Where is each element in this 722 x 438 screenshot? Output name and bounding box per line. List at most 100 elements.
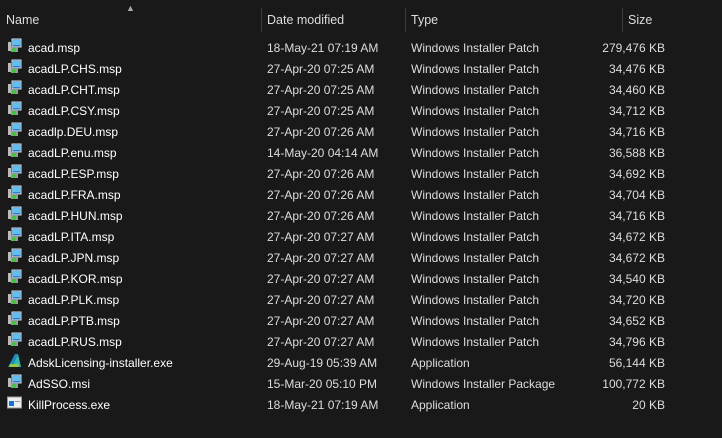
file-row[interactable]: acadLP.PTB.msp 27-Apr-20 07:27 AM Window… (0, 311, 722, 332)
installer-patch-icon (7, 269, 22, 284)
file-type: Windows Installer Patch (411, 125, 540, 139)
file-date: 14-May-20 04:14 AM (267, 146, 379, 160)
file-row[interactable]: acadLP.enu.msp 14-May-20 04:14 AM Window… (0, 143, 722, 164)
installer-patch-icon (7, 311, 22, 326)
file-date: 18-May-21 07:19 AM (267, 41, 379, 55)
column-name[interactable]: Name (0, 0, 261, 34)
file-size: 34,476 KB (608, 62, 665, 76)
file-date: 27-Apr-20 07:27 AM (267, 335, 375, 349)
file-type: Windows Installer Patch (411, 314, 540, 328)
application-window-icon (7, 395, 22, 410)
file-name: acadLP.PTB.msp (28, 314, 120, 328)
installer-patch-icon (7, 185, 22, 200)
installer-patch-icon (7, 206, 22, 221)
file-name: acad.msp (28, 41, 81, 55)
column-header: ▲ Name Date modified Type Size (0, 0, 722, 34)
file-name: acadLP.ITA.msp (28, 230, 115, 244)
file-date: 27-Apr-20 07:26 AM (267, 167, 375, 181)
file-date: 27-Apr-20 07:26 AM (267, 125, 375, 139)
file-row[interactable]: acadLP.FRA.msp 27-Apr-20 07:26 AM Window… (0, 185, 722, 206)
file-type: Application (411, 356, 470, 370)
file-size: 34,796 KB (608, 335, 665, 349)
file-size: 34,720 KB (608, 293, 665, 307)
file-row[interactable]: acadLP.CHT.msp 27-Apr-20 07:25 AM Window… (0, 80, 722, 101)
file-date: 27-Apr-20 07:26 AM (267, 209, 375, 223)
file-name: acadLP.ESP.msp (28, 167, 119, 181)
installer-patch-icon (7, 101, 22, 116)
file-type: Windows Installer Patch (411, 272, 540, 286)
installer-patch-icon (7, 164, 22, 179)
file-date: 27-Apr-20 07:25 AM (267, 62, 375, 76)
installer-patch-icon (7, 290, 22, 305)
file-size: 34,652 KB (608, 314, 665, 328)
file-date: 27-Apr-20 07:27 AM (267, 230, 375, 244)
file-type: Windows Installer Patch (411, 293, 540, 307)
file-list: acad.msp 18-May-21 07:19 AM Windows Inst… (0, 38, 722, 416)
file-size: 34,704 KB (608, 188, 665, 202)
file-size: 34,672 KB (608, 251, 665, 265)
installer-patch-icon (7, 38, 22, 53)
file-row[interactable]: acadLP.PLK.msp 27-Apr-20 07:27 AM Window… (0, 290, 722, 311)
file-size: 56,144 KB (608, 356, 665, 370)
file-row[interactable]: acadlp.DEU.msp 27-Apr-20 07:26 AM Window… (0, 122, 722, 143)
file-size: 34,460 KB (608, 83, 665, 97)
file-name: KillProcess.exe (28, 398, 111, 412)
file-size: 34,672 KB (608, 230, 665, 244)
file-size: 34,692 KB (608, 167, 665, 181)
file-row[interactable]: AdskLicensing-installer.exe 29-Aug-19 05… (0, 353, 722, 374)
file-row[interactable]: acadLP.JPN.msp 27-Apr-20 07:27 AM Window… (0, 248, 722, 269)
file-date: 27-Apr-20 07:27 AM (267, 251, 375, 265)
file-type: Windows Installer Patch (411, 230, 540, 244)
file-date: 15-Mar-20 05:10 PM (267, 377, 378, 391)
file-name: acadLP.PLK.msp (28, 293, 120, 307)
file-type: Windows Installer Patch (411, 62, 540, 76)
file-row[interactable]: acadLP.ITA.msp 27-Apr-20 07:27 AM Window… (0, 227, 722, 248)
file-size: 36,588 KB (608, 146, 665, 160)
file-type: Windows Installer Patch (411, 83, 540, 97)
installer-patch-icon (7, 143, 22, 158)
installer-patch-icon (7, 227, 22, 242)
file-name: acadLP.CHT.msp (28, 83, 120, 97)
file-name: acadLP.CSY.msp (28, 104, 120, 118)
file-type: Windows Installer Patch (411, 209, 540, 223)
file-row[interactable]: acadLP.CHS.msp 27-Apr-20 07:25 AM Window… (0, 59, 722, 80)
file-size: 34,540 KB (608, 272, 665, 286)
file-row[interactable]: KillProcess.exe 18-May-21 07:19 AM Appli… (0, 395, 722, 416)
file-name: acadlp.DEU.msp (28, 125, 119, 139)
installer-patch-icon (7, 248, 22, 263)
file-row[interactable]: acadLP.RUS.msp 27-Apr-20 07:27 AM Window… (0, 332, 722, 353)
installer-patch-icon (7, 332, 22, 347)
file-name: AdSSO.msi (28, 377, 91, 391)
file-date: 27-Apr-20 07:27 AM (267, 314, 375, 328)
file-type: Windows Installer Patch (411, 146, 540, 160)
column-type[interactable]: Type (405, 0, 622, 34)
file-size: 100,772 KB (602, 377, 665, 391)
file-size: 34,712 KB (608, 104, 665, 118)
file-type: Windows Installer Patch (411, 41, 540, 55)
file-size: 34,716 KB (608, 209, 665, 223)
file-date: 27-Apr-20 07:27 AM (267, 272, 375, 286)
file-name: acadLP.CHS.msp (28, 62, 122, 76)
file-size: 34,716 KB (608, 125, 665, 139)
file-row[interactable]: acadLP.HUN.msp 27-Apr-20 07:26 AM Window… (0, 206, 722, 227)
file-type: Windows Installer Patch (411, 188, 540, 202)
column-size[interactable]: Size (622, 0, 722, 34)
file-row[interactable]: acadLP.KOR.msp 27-Apr-20 07:27 AM Window… (0, 269, 722, 290)
column-date[interactable]: Date modified (261, 0, 405, 34)
file-name: acadLP.FRA.msp (28, 188, 121, 202)
file-name: acadLP.HUN.msp (28, 209, 123, 223)
file-name: acadLP.KOR.msp (28, 272, 123, 286)
file-date: 29-Aug-19 05:39 AM (267, 356, 378, 370)
file-row[interactable]: AdSSO.msi 15-Mar-20 05:10 PM Windows Ins… (0, 374, 722, 395)
file-row[interactable]: acad.msp 18-May-21 07:19 AM Windows Inst… (0, 38, 722, 59)
file-date: 27-Apr-20 07:27 AM (267, 293, 375, 307)
file-name: acadLP.JPN.msp (28, 251, 120, 265)
file-date: 27-Apr-20 07:25 AM (267, 83, 375, 97)
file-type: Windows Installer Patch (411, 251, 540, 265)
file-type: Windows Installer Patch (411, 335, 540, 349)
installer-patch-icon (7, 59, 22, 74)
installer-patch-icon (7, 122, 22, 137)
file-row[interactable]: acadLP.CSY.msp 27-Apr-20 07:25 AM Window… (0, 101, 722, 122)
file-row[interactable]: acadLP.ESP.msp 27-Apr-20 07:26 AM Window… (0, 164, 722, 185)
file-name: acadLP.enu.msp (28, 146, 117, 160)
